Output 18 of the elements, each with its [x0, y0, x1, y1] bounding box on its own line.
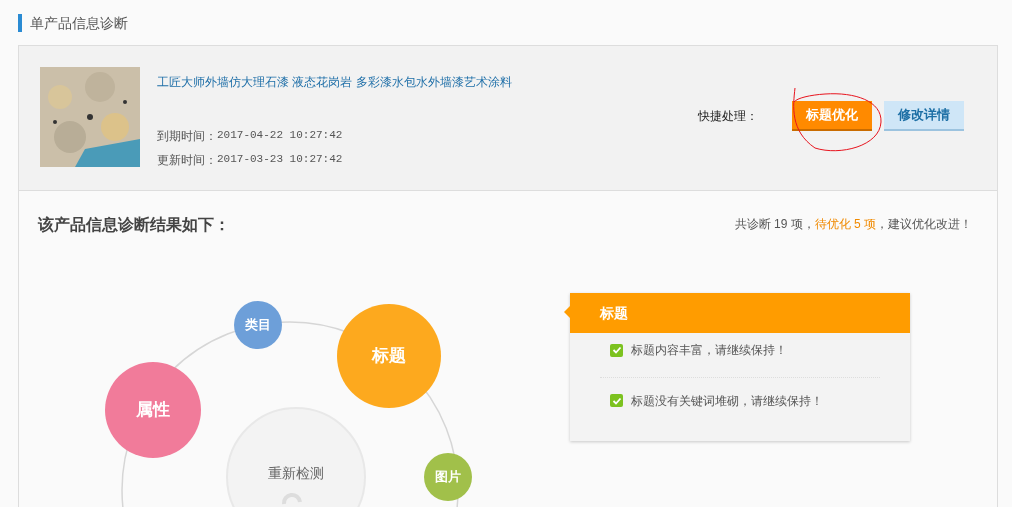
expire-label: 到期时间： [157, 128, 217, 145]
pending-count: 待优化 5 项 [814, 216, 876, 233]
expire-time: 2017-04-22 10:27:42 [217, 128, 343, 143]
update-time: 2017-03-23 10:27:42 [217, 152, 343, 167]
panel-pointer [564, 306, 570, 318]
action-button[interactable]: 标题优化 [792, 101, 872, 131]
action-button[interactable]: 修改详情 [884, 101, 964, 131]
update-label: 更新时间： [157, 152, 217, 169]
advice-text: ，建议优化改进！ [876, 216, 972, 233]
accent-bar [18, 14, 22, 32]
check-text: 标题没有关键词堆砌，请继续保持！ [631, 392, 823, 410]
product-title-link[interactable]: 工匠大师外墙仿大理石漆 液态花岗岩 多彩漆水包水外墙漆艺术涂料 [157, 73, 512, 91]
quick-label: 快捷处理： [698, 108, 758, 125]
summary-text: 共诊断 19 项， [734, 216, 815, 233]
check-text: 标题内容丰富，请继续保持！ [631, 342, 787, 359]
panel-header: 标题 [570, 293, 910, 333]
result-heading: 该产品信息诊断结果如下： [38, 215, 230, 235]
section-title: 单产品信息诊断 [30, 13, 128, 33]
